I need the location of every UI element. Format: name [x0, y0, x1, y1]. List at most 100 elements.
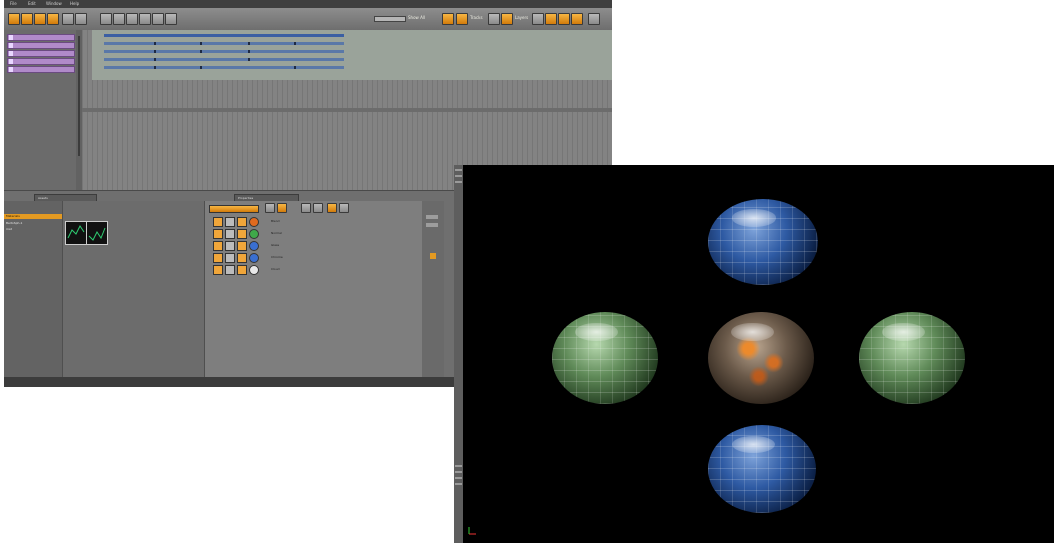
asset-thumbnail[interactable]: [65, 221, 87, 245]
layer-icon: [213, 241, 223, 251]
menu-help[interactable]: Help: [70, 1, 79, 7]
select-button[interactable]: [152, 13, 164, 25]
sphere-center[interactable]: [708, 312, 814, 404]
copy-button[interactable]: [113, 13, 125, 25]
asset-item[interactable]: BeitoSph-1: [6, 221, 22, 225]
menu-edit[interactable]: Edit: [28, 1, 36, 7]
zoom-slider[interactable]: [374, 16, 406, 22]
keyframe-marker[interactable]: [154, 42, 156, 45]
keyframe-marker[interactable]: [200, 50, 202, 53]
track-row[interactable]: [7, 42, 75, 49]
play-button[interactable]: [442, 13, 454, 25]
eye-icon[interactable]: [225, 229, 235, 239]
track-scrollbar[interactable]: [78, 36, 80, 156]
light-button[interactable]: [558, 13, 570, 25]
side-control[interactable]: [426, 223, 438, 227]
keyframe-track[interactable]: [104, 66, 344, 69]
keyframe-marker[interactable]: [248, 42, 250, 45]
sphere-top[interactable]: [708, 199, 818, 285]
menu-window[interactable]: Window: [46, 1, 62, 7]
keyframe-marker[interactable]: [200, 66, 202, 69]
keyframe-marker[interactable]: [248, 50, 250, 53]
properties-panel: Blend Normal Glass Chrome Cloud: [204, 201, 423, 379]
sidebar-tick[interactable]: [455, 483, 462, 485]
save-button[interactable]: [34, 13, 46, 25]
open-button[interactable]: [21, 13, 33, 25]
paste-button[interactable]: [126, 13, 138, 25]
track-color-swatch: [9, 51, 13, 56]
eye-icon[interactable]: [225, 217, 235, 227]
side-toggle[interactable]: [430, 253, 436, 259]
keyframe-track[interactable]: [104, 50, 344, 53]
keyframe-marker[interactable]: [154, 50, 156, 53]
lock-icon[interactable]: [237, 253, 247, 263]
sidebar-tick[interactable]: [455, 169, 462, 171]
settings-button[interactable]: [588, 13, 600, 25]
keyframe-marker[interactable]: [294, 42, 296, 45]
timeline-ruler[interactable]: [82, 108, 612, 112]
lock-icon[interactable]: [237, 229, 247, 239]
new-button[interactable]: [8, 13, 20, 25]
sphere-right[interactable]: [859, 312, 965, 404]
sidebar-tick[interactable]: [455, 465, 462, 467]
snap-button[interactable]: [488, 13, 500, 25]
track-row[interactable]: [7, 58, 75, 65]
eye-icon[interactable]: [225, 253, 235, 263]
delete-button[interactable]: [139, 13, 151, 25]
asset-thumbnail[interactable]: [86, 221, 108, 245]
asset-item[interactable]: mat: [6, 227, 12, 231]
lock-icon[interactable]: [237, 241, 247, 251]
keyframe-track[interactable]: [104, 58, 344, 61]
redo-button[interactable]: [75, 13, 87, 25]
sphere-bottom[interactable]: [708, 425, 816, 513]
material-icon: [249, 217, 259, 227]
keyframe-marker[interactable]: [154, 66, 156, 69]
sphere-left[interactable]: [552, 312, 658, 404]
sidebar-tick[interactable]: [455, 477, 462, 479]
menu-file[interactable]: File: [10, 1, 17, 7]
keyframe-marker[interactable]: [154, 58, 156, 61]
prop-tool-button[interactable]: [313, 203, 323, 213]
keyframe-area[interactable]: [92, 30, 612, 80]
lock-icon[interactable]: [237, 265, 247, 275]
keyframe-track[interactable]: [104, 42, 344, 45]
track-row[interactable]: [7, 34, 75, 41]
keyframe-marker[interactable]: [294, 66, 296, 69]
prop-tool-button[interactable]: [327, 203, 337, 213]
undo-button[interactable]: [62, 13, 74, 25]
prop-tool-button[interactable]: [277, 203, 287, 213]
side-control[interactable]: [426, 215, 438, 219]
eye-icon[interactable]: [225, 265, 235, 275]
curve-icon: [88, 227, 106, 241]
menu-bar: File Edit Window Help: [4, 0, 612, 8]
track-row[interactable]: [7, 66, 75, 73]
sidebar-tick[interactable]: [455, 181, 462, 183]
layer-icon: [213, 265, 223, 275]
lock-icon[interactable]: [237, 217, 247, 227]
cut-button[interactable]: [100, 13, 112, 25]
tracks-label: Tracks: [470, 15, 483, 20]
import-button[interactable]: [47, 13, 59, 25]
sidebar-tick[interactable]: [455, 175, 462, 177]
stop-button[interactable]: [456, 13, 468, 25]
record-button[interactable]: [501, 13, 513, 25]
track-color-swatch: [9, 67, 13, 72]
asset-item[interactable]: Materials: [6, 214, 20, 218]
sidebar-tick[interactable]: [455, 471, 462, 473]
move-button[interactable]: [165, 13, 177, 25]
keyframe-marker[interactable]: [248, 58, 250, 61]
camera-button[interactable]: [545, 13, 557, 25]
axis-gizmo-icon: [468, 527, 476, 535]
filter-button[interactable]: [532, 13, 544, 25]
track-row[interactable]: [7, 50, 75, 57]
render-viewport[interactable]: [454, 165, 1054, 543]
keyframe-marker[interactable]: [200, 42, 202, 45]
eye-icon[interactable]: [225, 241, 235, 251]
properties-toolbar[interactable]: [209, 205, 259, 213]
prop-tool-button[interactable]: [265, 203, 275, 213]
render-button[interactable]: [571, 13, 583, 25]
prop-tool-button[interactable]: [301, 203, 311, 213]
prop-tool-button[interactable]: [339, 203, 349, 213]
keyframe-track[interactable]: [104, 34, 344, 37]
show-all-label: Show All: [408, 15, 426, 20]
